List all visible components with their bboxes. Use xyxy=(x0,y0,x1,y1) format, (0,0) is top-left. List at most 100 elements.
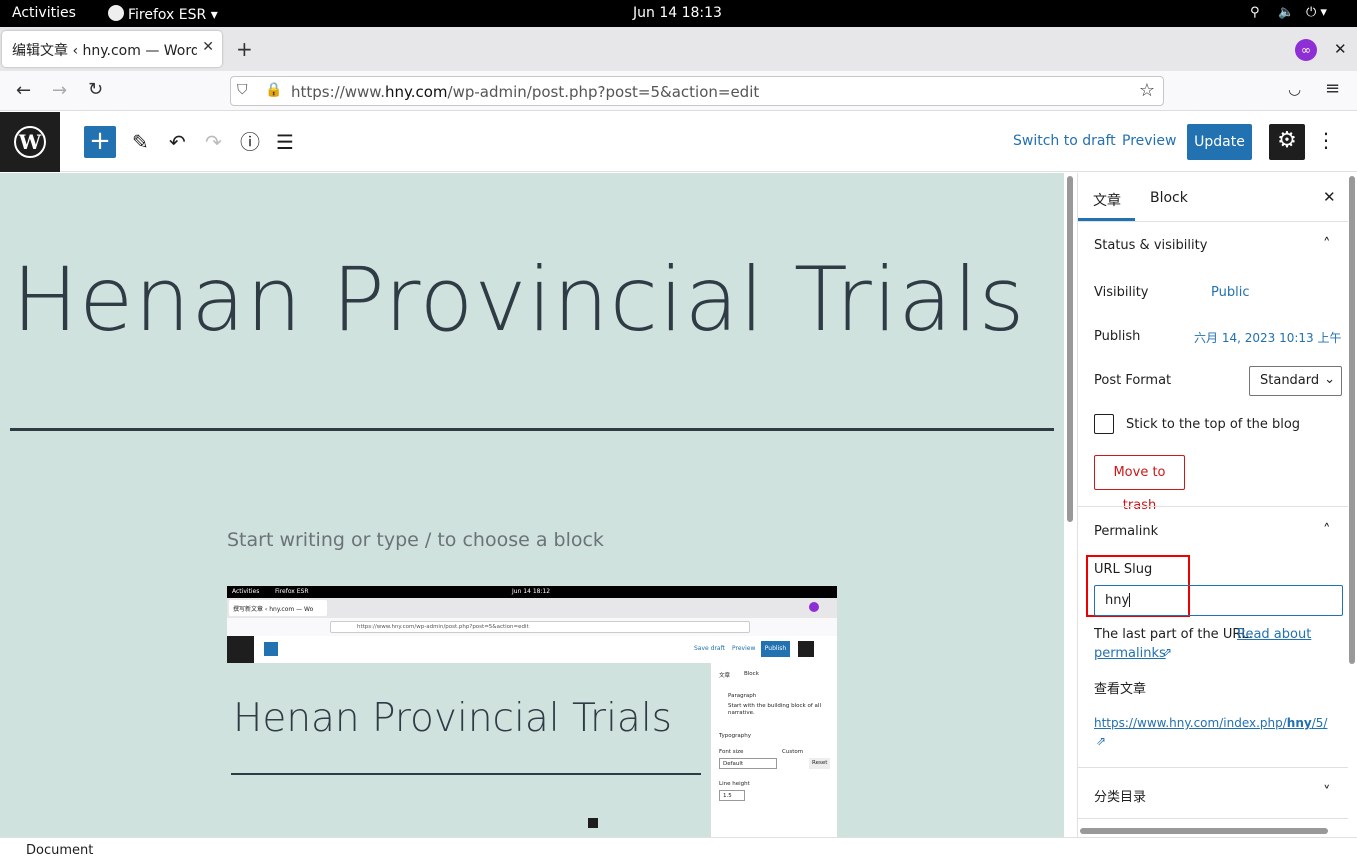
thumb-clock: Jun 14 18:12 xyxy=(512,588,551,595)
editor-canvas[interactable]: Henan Provincial Trials Start writing or… xyxy=(0,173,1064,837)
post-format-value: Standard xyxy=(1260,373,1320,388)
chevron-down-icon: ⌄ xyxy=(1324,372,1335,387)
tab-block[interactable]: Block xyxy=(1150,190,1188,206)
volume-icon[interactable]: 🔈 xyxy=(1278,5,1294,20)
activities-button[interactable]: Activities xyxy=(12,5,76,21)
tab-post[interactable]: 文章 xyxy=(1093,190,1121,210)
hamburger-menu-icon[interactable]: ≡ xyxy=(1325,78,1340,99)
post-format-select[interactable]: Standard ⌄ xyxy=(1249,366,1342,396)
close-window-icon[interactable]: ✕ xyxy=(1334,40,1347,58)
view-post-url-prefix: https://www.hny.com/index.php/ xyxy=(1094,716,1287,730)
pocket-icon[interactable]: ◡ xyxy=(1288,80,1301,98)
publish-date[interactable]: 六月 14, 2023 10:13 上午 xyxy=(1194,329,1341,346)
shield-icon[interactable]: ⛉ xyxy=(237,82,248,98)
breadcrumb-document[interactable]: Document xyxy=(26,843,93,858)
reload-icon[interactable]: ↻ xyxy=(88,79,103,100)
publish-label: Publish xyxy=(1094,329,1141,344)
sticky-label[interactable]: Stick to the top of the blog xyxy=(1126,417,1300,432)
tab-title: 编辑文章 ‹ hny.com — WordPress xyxy=(12,43,197,59)
thumb-paragraph: Paragraph xyxy=(728,693,757,699)
list-view-icon[interactable]: ☰ xyxy=(276,130,294,154)
close-sidebar-icon[interactable]: ✕ xyxy=(1323,188,1336,206)
thumb-tab-strip: 撰写新文章 ‹ hny.com — Wo xyxy=(227,598,837,618)
post-format-label: Post Format xyxy=(1094,373,1172,388)
permalink-header[interactable]: Permalink xyxy=(1094,524,1158,539)
post-title[interactable]: Henan Provincial Trials xyxy=(12,248,1026,351)
status-visibility-header[interactable]: Status & visibility xyxy=(1094,238,1207,253)
url-slug-value: hny xyxy=(1105,593,1130,608)
thumb-default-select: Default xyxy=(719,758,777,769)
chevron-down-icon[interactable]: ˅ xyxy=(1323,783,1331,801)
divider xyxy=(1078,506,1348,507)
chevron-up-icon[interactable]: ˄ xyxy=(1323,521,1331,539)
undo-icon[interactable]: ↶ xyxy=(169,130,186,154)
divider xyxy=(1078,221,1348,222)
thumb-typography: Typography xyxy=(719,733,751,739)
visibility-value[interactable]: Public xyxy=(1211,285,1249,300)
divider xyxy=(1078,818,1348,819)
url-slug-input[interactable]: hny xyxy=(1094,585,1343,616)
power-icon[interactable]: ⏻ ▾ xyxy=(1306,5,1327,20)
sidebar-scrollbar[interactable] xyxy=(1349,176,1355,664)
close-tab-icon[interactable]: ✕ xyxy=(202,39,214,55)
separator-block[interactable] xyxy=(10,428,1054,431)
sticky-checkbox[interactable] xyxy=(1094,414,1114,434)
thumb-custom: Custom xyxy=(782,749,804,755)
browser-tab[interactable]: 编辑文章 ‹ hny.com — WordPress ✕ xyxy=(2,31,222,67)
thumb-post-title: Henan Provincial Trials xyxy=(233,696,672,741)
thumb-tab-block: Block xyxy=(744,671,759,677)
wordpress-logo[interactable]: W xyxy=(0,112,60,172)
url-bar[interactable]: ⛉ 🔒 https://www.hny.com/wp-admin/post.ph… xyxy=(230,76,1164,106)
thumb-tab-post: 文章 xyxy=(719,673,731,679)
chevron-up-icon[interactable]: ˄ xyxy=(1323,235,1331,253)
app-menu[interactable]: Firefox ESR ▾ xyxy=(108,5,218,23)
external-link-icon[interactable]: ⇗ xyxy=(1162,645,1172,659)
info-icon[interactable]: ⓘ xyxy=(240,130,260,154)
read-about-link[interactable]: Read about xyxy=(1237,627,1311,642)
thumb-settings xyxy=(798,641,814,657)
canvas-scrollbar[interactable] xyxy=(1067,176,1073,522)
permalinks-link[interactable]: permalinks xyxy=(1094,646,1166,661)
new-tab-icon[interactable]: + xyxy=(236,37,253,61)
add-block-button[interactable]: + xyxy=(84,126,116,158)
editor-toolbar: W + ✎ ↶ ↷ ⓘ ☰ Switch to draft Preview Up… xyxy=(0,112,1357,172)
thumb-save-draft: Save draft xyxy=(694,645,725,652)
visibility-label: Visibility xyxy=(1094,285,1149,300)
update-button[interactable]: Update xyxy=(1187,124,1252,160)
thumb-separator xyxy=(231,773,701,775)
url-path: /wp-admin/post.php?post=5&action=edit xyxy=(447,83,760,101)
preview-button[interactable]: Preview xyxy=(1122,133,1177,149)
view-post-url-suffix: /5/ xyxy=(1311,716,1328,730)
settings-gear-button[interactable]: ⚙ xyxy=(1269,124,1305,160)
private-browsing-icon: ∞ xyxy=(1295,39,1317,61)
thumb-canvas: Henan Provincial Trials xyxy=(227,663,707,837)
url-help-text: The last part of the URL. xyxy=(1094,627,1253,642)
url-text: https://www.hny.com/wp-admin/post.php?po… xyxy=(291,83,759,101)
view-post-link[interactable]: https://www.hny.com/index.php/hny/5/ xyxy=(1094,716,1327,730)
thumb-sidebar: 文章 Block Paragraph Start with the buildi… xyxy=(710,663,837,837)
thumb-paragraph-desc: Start with the building block of all nar… xyxy=(728,703,821,716)
thumb-line-height: Line height xyxy=(719,781,750,787)
bookmark-star-icon[interactable]: ☆ xyxy=(1139,80,1155,101)
more-options-icon[interactable]: ⋮ xyxy=(1316,128,1336,152)
clock[interactable]: Jun 14 18:13 xyxy=(633,5,722,21)
categories-header[interactable]: 分类目录 xyxy=(1094,786,1146,805)
lock-icon[interactable]: 🔒 xyxy=(265,82,282,98)
settings-sidebar: 文章 Block ✕ Status & visibility ˄ Visibil… xyxy=(1077,173,1348,837)
thumb-url: https://www.hny.com/wp-admin/post.php?po… xyxy=(330,621,750,633)
text-cursor xyxy=(1129,593,1131,607)
network-icon[interactable]: ⚲ xyxy=(1250,5,1260,20)
switch-to-draft-button[interactable]: Switch to draft xyxy=(1013,133,1116,149)
thumb-tab: 撰写新文章 ‹ hny.com — Wo xyxy=(229,600,327,616)
redo-icon[interactable]: ↷ xyxy=(205,130,222,154)
thumb-add-button xyxy=(264,642,278,656)
block-placeholder[interactable]: Start writing or type / to choose a bloc… xyxy=(227,529,604,551)
move-to-trash-button[interactable]: Move to trash xyxy=(1094,455,1185,513)
sidebar-horizontal-scrollbar[interactable] xyxy=(1080,828,1328,834)
pencil-tools-icon[interactable]: ✎ xyxy=(132,130,149,154)
external-link-icon[interactable]: ⇗ xyxy=(1096,734,1106,748)
view-post-url-slug: hny xyxy=(1286,716,1312,730)
forward-icon[interactable]: → xyxy=(52,80,67,101)
back-icon[interactable]: ← xyxy=(16,80,31,101)
image-block[interactable]: Activities Firefox ESR Jun 14 18:12 撰写新文… xyxy=(227,586,837,837)
